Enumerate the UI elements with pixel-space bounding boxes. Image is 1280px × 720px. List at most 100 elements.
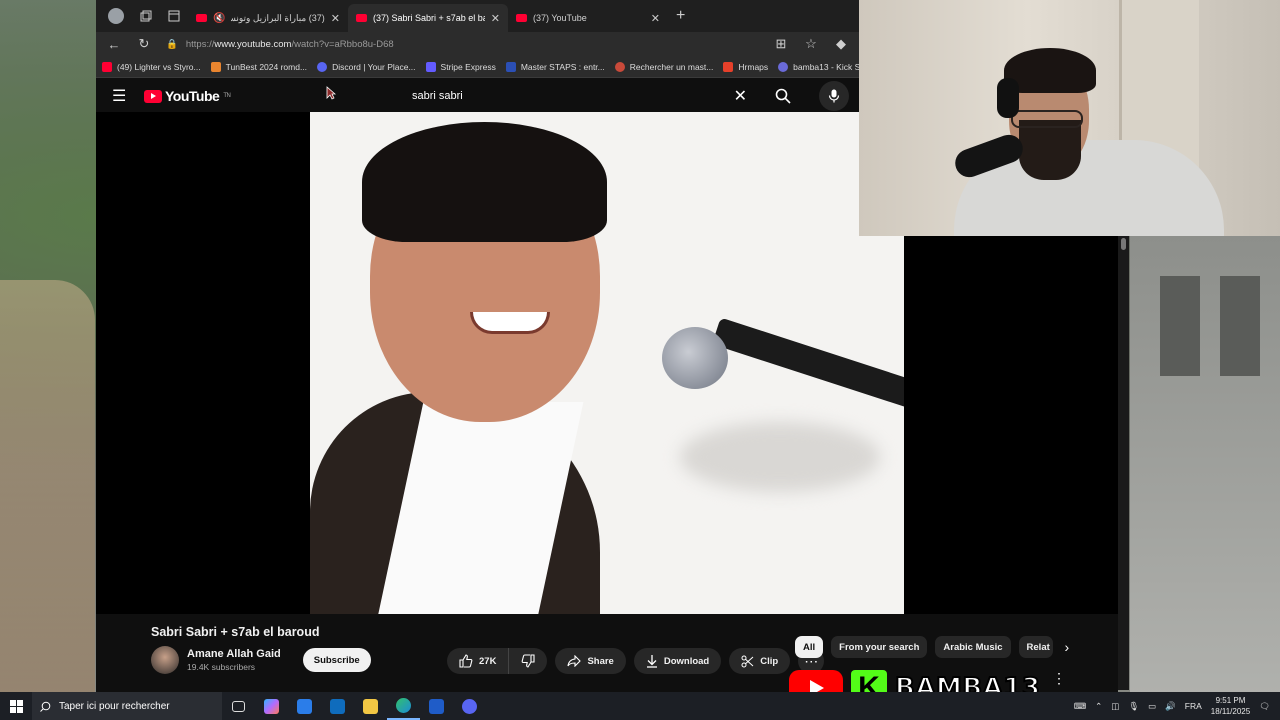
favorite-star-icon[interactable]: ☆ [803, 36, 819, 52]
collections-icon[interactable] [132, 4, 160, 28]
system-tray: ⌨ ⌃ ◫ 🎙 ▭ 🔊 FRA 9:51 PM 18/11/2025 🗨 [1074, 695, 1280, 717]
youtube-logo[interactable]: YouTube TN [144, 88, 231, 104]
chevron-right-icon[interactable]: › [1065, 639, 1070, 655]
close-tab-icon[interactable]: ✕ [331, 12, 340, 25]
chevron-up-icon[interactable]: ⌃ [1095, 701, 1102, 712]
shadow [680, 422, 880, 492]
mic-tray-icon[interactable]: 🎙 [1128, 701, 1139, 712]
streamer-beard [1019, 120, 1081, 180]
outlook-icon[interactable] [321, 692, 354, 720]
logo-text: YouTube [165, 88, 220, 104]
notifications-icon[interactable]: 🗨 [1259, 701, 1270, 712]
blogger-icon [210, 61, 221, 72]
channel-avatar[interactable] [151, 646, 179, 674]
youtube-favicon-icon [196, 14, 207, 22]
tab-sabri-sabri[interactable]: (37) Sabri Sabri + s7ab el baroud ✕ [348, 4, 508, 32]
bookmark-item[interactable]: bamba13 - Kick Sta... [778, 61, 859, 72]
person-icon [614, 61, 625, 72]
close-tab-icon[interactable]: ✕ [651, 12, 660, 25]
voice-search-button[interactable] [819, 81, 849, 111]
extension-icon[interactable]: ◆ [833, 36, 849, 52]
tab-brazil-tunisia[interactable]: 🔇 (37) مباراة البرازيل وتونس ✕ [188, 4, 348, 32]
tab-title: (37) مباراة البرازيل وتونس [231, 12, 325, 23]
task-view-icon[interactable] [222, 692, 255, 720]
search-input[interactable]: sabri sabri ✕ [402, 83, 757, 109]
url-scheme: https:// [185, 38, 215, 50]
taskbar-search-placeholder: Taper ici pour rechercher [59, 700, 170, 712]
channel-name[interactable]: Amane Allah Gaid [187, 648, 281, 660]
share-icon [567, 655, 582, 667]
search-query: sabri sabri [412, 90, 463, 102]
youtube-header: ☰ YouTube TN sabri sabri ✕ [96, 78, 859, 114]
screen-icon[interactable]: ▭ [1148, 701, 1156, 712]
download-label: Download [663, 655, 710, 667]
chip-from-your-search[interactable]: From your search [831, 636, 928, 658]
clear-search-icon[interactable]: ✕ [734, 86, 747, 106]
bookmark-item[interactable]: Discord | Your Place... [317, 61, 416, 72]
url-field[interactable]: 🔒 https://www.youtube.com/watch?v=aRbbo8… [166, 34, 759, 54]
download-button[interactable]: Download [633, 648, 722, 674]
bookmark-item[interactable]: Rechercher un mast... [614, 61, 714, 72]
copilot-icon[interactable] [255, 692, 288, 720]
taskbar-search[interactable]: Taper ici pour rechercher [32, 692, 222, 720]
store-icon[interactable] [288, 692, 321, 720]
media-app-icon[interactable] [420, 692, 453, 720]
language-indicator[interactable]: FRA [1185, 701, 1202, 711]
bookmark-item[interactable]: (49) Lighter vs Styro... [102, 61, 201, 72]
more-vertical-icon[interactable]: ⋮ [1052, 670, 1066, 687]
network-icon[interactable]: ◫ [1111, 701, 1119, 712]
back-arrow-icon[interactable]: ← [106, 37, 122, 52]
like-button[interactable]: 27K [447, 648, 510, 674]
hamburger-menu-icon[interactable]: ☰ [112, 86, 132, 106]
refresh-icon[interactable]: ↻ [136, 36, 152, 52]
bookmark-item[interactable]: Hrmaps [723, 61, 768, 72]
dislike-button[interactable] [509, 648, 548, 674]
discord-icon [317, 61, 328, 72]
vertical-tabs-icon[interactable] [160, 4, 188, 28]
start-button[interactable] [0, 692, 32, 720]
file-explorer-icon[interactable] [354, 692, 387, 720]
edge-icon[interactable] [387, 692, 420, 720]
video-title: Sabri Sabri + s7ab el baroud [151, 625, 320, 639]
close-tab-icon[interactable]: ✕ [491, 12, 500, 25]
search-area: sabri sabri ✕ [402, 81, 849, 111]
new-tab-button[interactable]: + [676, 7, 685, 25]
bookmarks-bar: (49) Lighter vs Styro... TunBest 2024 ro… [96, 56, 859, 78]
logo-region: TN [223, 93, 231, 99]
scrollbar-thumb[interactable] [1121, 238, 1126, 250]
bookmark-label: Master STAPS : entr... [520, 61, 605, 72]
chip-arabic-music[interactable]: Arabic Music [935, 636, 1011, 658]
bookmark-label: Rechercher un mast... [629, 61, 714, 72]
stripe-icon [425, 61, 436, 72]
chip-related[interactable]: Relat [1018, 636, 1053, 658]
muted-speaker-icon[interactable]: 🔇 [213, 13, 225, 24]
related-chips: All From your search Arabic Music Relat … [795, 636, 1069, 658]
app-available-icon[interactable]: ⊞ [773, 36, 789, 52]
clip-button[interactable]: Clip [729, 648, 791, 674]
volume-icon[interactable]: 🔊 [1165, 701, 1176, 712]
bookmark-item[interactable]: TunBest 2024 romd... [210, 61, 307, 72]
tab-youtube[interactable]: (37) YouTube ✕ [508, 4, 668, 32]
thumbs-down-icon [522, 654, 535, 668]
subscriber-count: 19.4K subscribers [187, 662, 256, 672]
search-button[interactable] [769, 82, 797, 110]
profile-icon[interactable] [108, 8, 124, 24]
bookmark-item[interactable]: Master STAPS : entr... [505, 61, 605, 72]
keyboard-icon[interactable]: ⌨ [1074, 701, 1086, 712]
bookmark-label: Stripe Express [440, 61, 496, 72]
windows-taskbar: Taper ici pour rechercher ⌨ ⌃ ◫ 🎙 ▭ 🔊 FR… [0, 692, 1280, 720]
microphone-body [712, 317, 904, 425]
subscribe-button[interactable]: Subscribe [302, 648, 371, 672]
chip-all[interactable]: All [795, 636, 824, 658]
discord-taskbar-icon[interactable] [453, 692, 486, 720]
page-scrollbar[interactable] [1118, 236, 1129, 690]
bookmark-item[interactable]: Stripe Express [425, 61, 496, 72]
share-button[interactable]: Share [555, 648, 626, 674]
url-host: www.youtube.com [214, 38, 292, 50]
scissors-icon [741, 655, 754, 667]
microphone-head [662, 327, 728, 389]
clock[interactable]: 9:51 PM 18/11/2025 [1211, 695, 1250, 717]
background-building [1130, 236, 1280, 696]
lock-icon[interactable]: 🔒 [166, 39, 178, 50]
mouse-cursor-icon [326, 86, 336, 100]
